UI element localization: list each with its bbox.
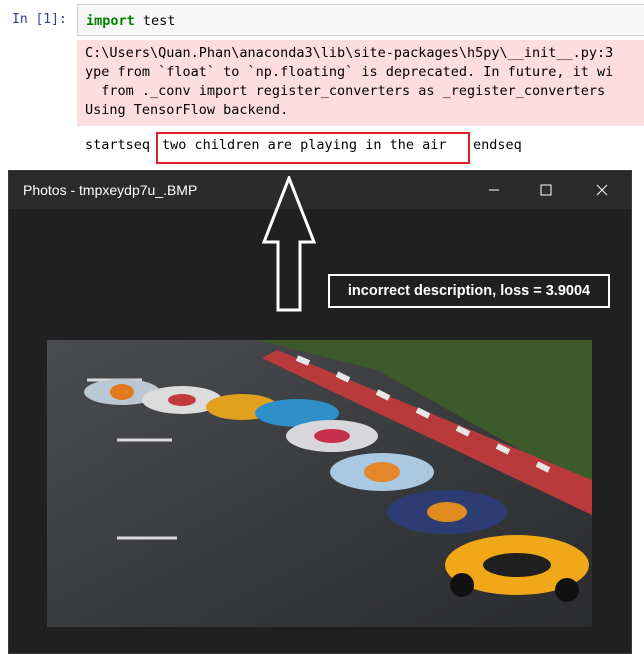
cell-prompt: In [1]:	[12, 12, 67, 27]
window-title-bar[interactable]: Photos - tmpxeydp7u_.BMP	[9, 171, 631, 209]
stdout-startseq: startseq	[85, 137, 151, 153]
loss-annotation-label: incorrect description, loss = 3.9004	[328, 274, 610, 308]
race-cars-photo	[47, 340, 592, 627]
module-name: test	[134, 13, 176, 29]
notebook-margin	[0, 208, 8, 654]
stdout-endseq: endseq	[473, 137, 522, 153]
notebook-margin-right	[632, 208, 644, 654]
code-cell-input[interactable]: import test	[77, 4, 644, 36]
code-text: import test	[86, 13, 175, 29]
stderr-line: ype from `float` to `np.floating` is dep…	[85, 64, 614, 80]
stderr-line: from ._conv import register_converters a…	[85, 83, 606, 99]
stderr-line: Using TensorFlow backend.	[85, 102, 289, 118]
maximize-icon	[540, 184, 552, 196]
close-button[interactable]	[579, 171, 625, 209]
import-keyword: import	[86, 13, 135, 29]
stderr-line: C:\Users\Quan.Phan\anaconda3\lib\site-pa…	[85, 45, 614, 61]
minimize-button[interactable]	[471, 171, 517, 209]
maximize-button[interactable]	[523, 171, 569, 209]
stderr-output: C:\Users\Quan.Phan\anaconda3\lib\site-pa…	[77, 40, 644, 126]
window-title: Photos - tmpxeydp7u_.BMP	[23, 182, 198, 198]
generated-caption: two children are playing in the air	[162, 137, 447, 153]
close-icon	[596, 184, 608, 196]
minimize-icon	[489, 189, 499, 191]
up-arrow-icon	[262, 176, 316, 312]
